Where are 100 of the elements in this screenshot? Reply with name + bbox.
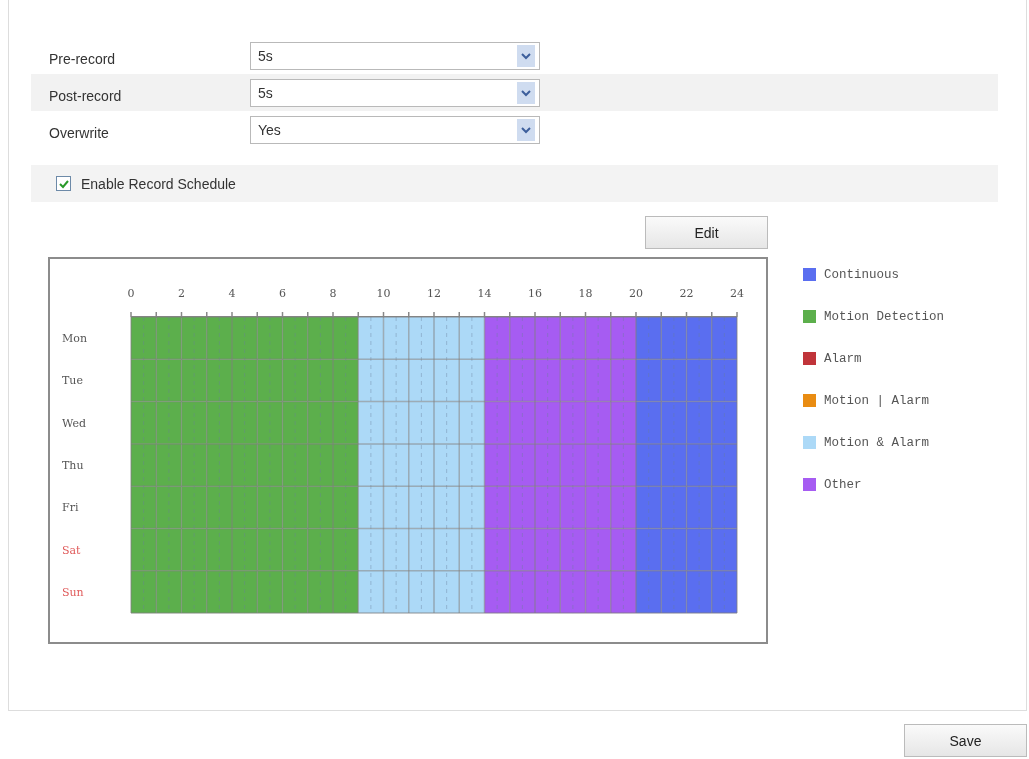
schedule-slot[interactable] bbox=[636, 401, 662, 444]
schedule-slot[interactable] bbox=[307, 317, 333, 360]
schedule-slot[interactable] bbox=[358, 359, 384, 402]
schedule-slot[interactable] bbox=[257, 443, 283, 487]
schedule-slot[interactable] bbox=[560, 359, 586, 402]
schedule-slot[interactable] bbox=[232, 443, 258, 487]
schedule-slot[interactable] bbox=[333, 570, 359, 614]
schedule-slot[interactable] bbox=[711, 317, 737, 360]
dropdown[interactable]: Yes bbox=[250, 115, 540, 144]
schedule-slot[interactable] bbox=[535, 570, 561, 614]
schedule-slot[interactable] bbox=[232, 528, 258, 571]
schedule-slot[interactable] bbox=[358, 486, 384, 529]
schedule-slot[interactable] bbox=[383, 359, 409, 402]
schedule-slot[interactable] bbox=[232, 359, 258, 402]
schedule-slot[interactable] bbox=[156, 570, 182, 614]
schedule-slot[interactable] bbox=[560, 401, 586, 444]
schedule-slot[interactable] bbox=[131, 443, 157, 487]
schedule-slot[interactable] bbox=[156, 401, 182, 444]
schedule-slot[interactable] bbox=[206, 486, 232, 529]
schedule-slot[interactable] bbox=[257, 359, 283, 402]
schedule-slot[interactable] bbox=[509, 317, 535, 360]
schedule-slot[interactable] bbox=[358, 570, 384, 614]
schedule-slot[interactable] bbox=[636, 570, 662, 614]
schedule-slot[interactable] bbox=[484, 359, 510, 402]
schedule-slot[interactable] bbox=[333, 317, 359, 360]
schedule-slot[interactable] bbox=[711, 486, 737, 529]
schedule-slot[interactable] bbox=[560, 317, 586, 360]
schedule-slot[interactable] bbox=[661, 528, 687, 571]
schedule-slot[interactable] bbox=[686, 359, 712, 402]
schedule-slot[interactable] bbox=[661, 359, 687, 402]
schedule-slot[interactable] bbox=[509, 486, 535, 529]
schedule-slot[interactable] bbox=[358, 317, 384, 360]
schedule-slot[interactable] bbox=[131, 317, 157, 360]
schedule-slot[interactable] bbox=[307, 486, 333, 529]
schedule-slot[interactable] bbox=[459, 401, 485, 444]
schedule-slot[interactable] bbox=[636, 486, 662, 529]
save-button[interactable]: Save bbox=[904, 724, 1027, 757]
schedule-slot[interactable] bbox=[156, 317, 182, 360]
schedule-slot[interactable] bbox=[459, 443, 485, 487]
schedule-slot[interactable] bbox=[610, 317, 636, 360]
schedule-slot[interactable] bbox=[282, 317, 308, 360]
schedule-slot[interactable] bbox=[131, 401, 157, 444]
schedule-slot[interactable] bbox=[257, 401, 283, 444]
schedule-slot[interactable] bbox=[459, 528, 485, 571]
schedule-slot[interactable] bbox=[333, 443, 359, 487]
schedule-slot[interactable] bbox=[232, 401, 258, 444]
schedule-slot[interactable] bbox=[206, 317, 232, 360]
schedule-slot[interactable] bbox=[636, 443, 662, 487]
schedule-slot[interactable] bbox=[434, 570, 460, 614]
schedule-slot[interactable] bbox=[535, 317, 561, 360]
schedule-slot[interactable] bbox=[408, 359, 434, 402]
schedule-slot[interactable] bbox=[156, 443, 182, 487]
schedule-slot[interactable] bbox=[383, 486, 409, 529]
dropdown[interactable]: 5s bbox=[250, 41, 540, 70]
schedule-slot[interactable] bbox=[560, 570, 586, 614]
schedule-slot[interactable] bbox=[535, 359, 561, 402]
schedule-slot[interactable] bbox=[661, 570, 687, 614]
schedule-slot[interactable] bbox=[459, 359, 485, 402]
schedule-slot[interactable] bbox=[459, 317, 485, 360]
schedule-slot[interactable] bbox=[434, 401, 460, 444]
schedule-slot[interactable] bbox=[156, 528, 182, 571]
schedule-slot[interactable] bbox=[131, 486, 157, 529]
schedule-slot[interactable] bbox=[257, 528, 283, 571]
schedule-slot[interactable] bbox=[131, 570, 157, 614]
schedule-slot[interactable] bbox=[610, 486, 636, 529]
schedule-slot[interactable] bbox=[181, 359, 207, 402]
schedule-slot[interactable] bbox=[560, 443, 586, 487]
schedule-slot[interactable] bbox=[257, 570, 283, 614]
schedule-slot[interactable] bbox=[257, 317, 283, 360]
schedule-slot[interactable] bbox=[636, 359, 662, 402]
schedule-slot[interactable] bbox=[434, 443, 460, 487]
schedule-slot[interactable] bbox=[636, 528, 662, 571]
dropdown[interactable]: 5s bbox=[250, 78, 540, 107]
schedule-slot[interactable] bbox=[307, 359, 333, 402]
schedule-slot[interactable] bbox=[686, 486, 712, 529]
schedule-slot[interactable] bbox=[585, 317, 611, 360]
checkbox[interactable] bbox=[56, 176, 71, 191]
schedule-slot[interactable] bbox=[535, 443, 561, 487]
schedule-slot[interactable] bbox=[181, 486, 207, 529]
schedule-slot[interactable] bbox=[686, 317, 712, 360]
schedule-slot[interactable] bbox=[661, 443, 687, 487]
schedule-slot[interactable] bbox=[434, 486, 460, 529]
schedule-slot[interactable] bbox=[535, 528, 561, 571]
schedule-slot[interactable] bbox=[636, 317, 662, 360]
schedule-slot[interactable] bbox=[459, 486, 485, 529]
schedule-slot[interactable] bbox=[232, 317, 258, 360]
schedule-slot[interactable] bbox=[131, 359, 157, 402]
schedule-slot[interactable] bbox=[585, 486, 611, 529]
schedule-slot[interactable] bbox=[661, 486, 687, 529]
schedule-slot[interactable] bbox=[156, 486, 182, 529]
schedule-slot[interactable] bbox=[232, 570, 258, 614]
schedule-slot[interactable] bbox=[434, 359, 460, 402]
schedule-slot[interactable] bbox=[408, 317, 434, 360]
schedule-slot[interactable] bbox=[181, 317, 207, 360]
schedule-slot[interactable] bbox=[383, 317, 409, 360]
schedule-slot[interactable] bbox=[408, 486, 434, 529]
schedule-slot[interactable] bbox=[358, 401, 384, 444]
schedule-slot[interactable] bbox=[156, 359, 182, 402]
schedule-slot[interactable] bbox=[610, 359, 636, 402]
schedule-slot[interactable] bbox=[333, 528, 359, 571]
